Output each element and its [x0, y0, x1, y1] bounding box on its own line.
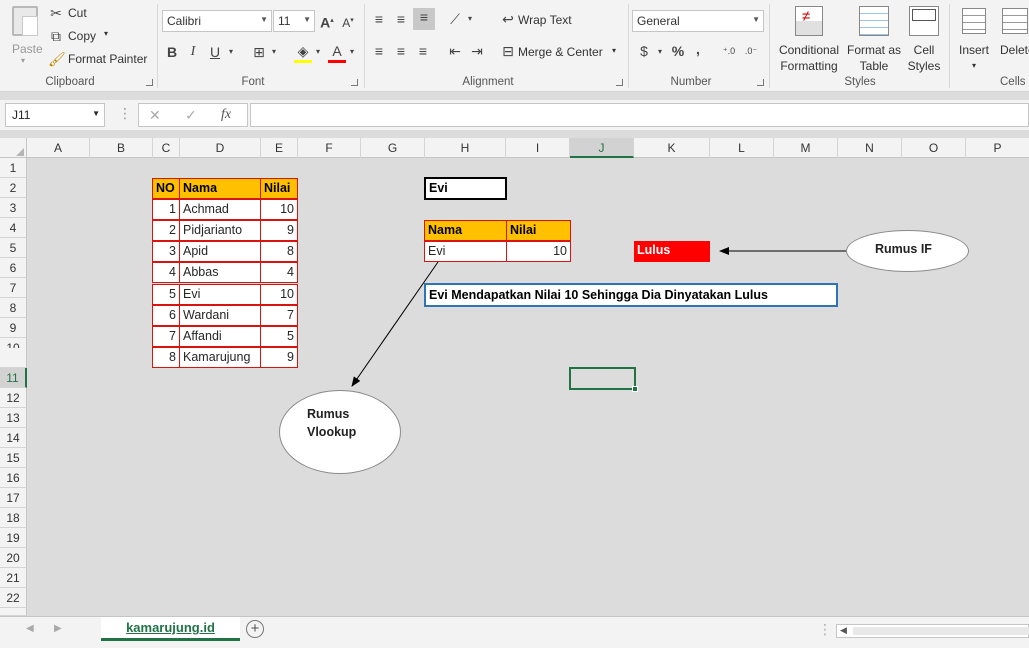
scroll-left-icon[interactable]: ◀	[26, 623, 34, 634]
rumus-vlookup-callout: Rumus Vlookup	[279, 390, 401, 474]
scrollbar-thumb[interactable]	[853, 627, 1029, 635]
vlookup-arrow	[351, 261, 439, 387]
callout-arrows	[351, 247, 846, 387]
rumus-if-callout: Rumus IF	[846, 230, 969, 272]
scroll-right-icon[interactable]: ▶	[54, 623, 62, 634]
sheet-tab-kamarujung[interactable]: kamarujung.id	[101, 617, 240, 641]
horizontal-scrollbar[interactable]: ◀	[836, 624, 1029, 638]
rumus-if-label: Rumus IF	[875, 242, 932, 256]
rumus-vlookup-line2: Vlookup	[307, 425, 357, 439]
scroll-left-arrow-icon[interactable]: ◀	[840, 625, 847, 636]
rumus-vlookup-line1: Rumus	[307, 407, 350, 421]
more-options-icon: ⋮	[818, 621, 832, 637]
add-sheet-icon[interactable]: +	[246, 620, 264, 638]
